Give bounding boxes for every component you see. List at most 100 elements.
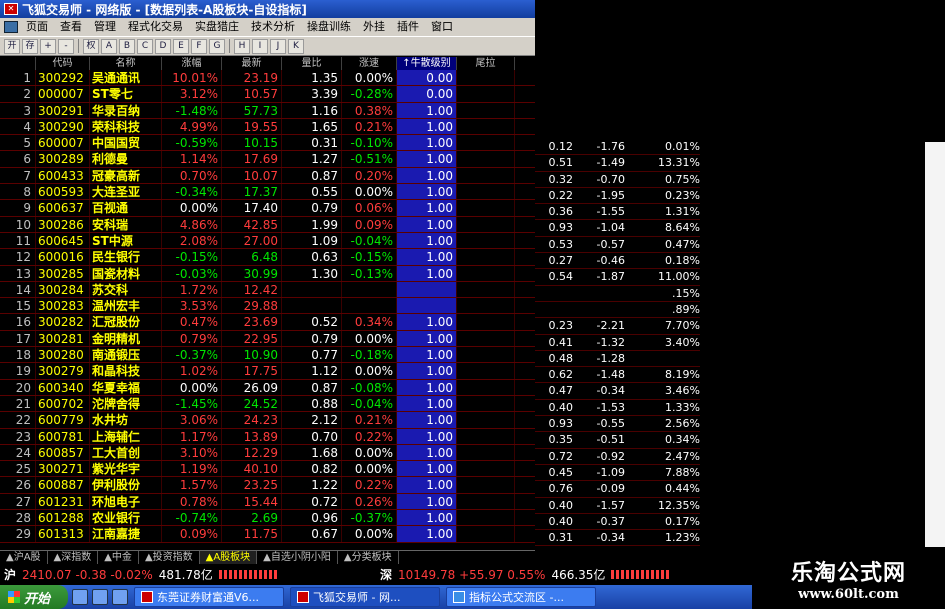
table-row[interactable]: 23 600781 上海辅仁 1.17% 13.89 0.70 0.22% 1.00 xyxy=(0,428,535,445)
zoom-in-icon[interactable]: + xyxy=(40,38,56,54)
table-row[interactable]: 29 601313 江南嘉捷 0.09% 11.75 0.67 0.00% 1.00 xyxy=(0,526,535,543)
secondary-row[interactable]: 0.72 -0.92 2.47% xyxy=(535,449,700,465)
col-header-change[interactable]: 涨幅 xyxy=(162,57,222,70)
table-row[interactable]: 28 601288 农业银行 -0.74% 2.69 0.96 -0.37% 1.00 xyxy=(0,510,535,527)
table-row[interactable]: 25 300271 紫光华宇 1.19% 40.10 0.82 0.00% 1.00 xyxy=(0,461,535,478)
secondary-row[interactable]: 0.32 -0.70 0.75% xyxy=(535,172,700,188)
open-icon[interactable]: 开 xyxy=(4,38,20,54)
table-row[interactable]: 24 600857 工大首创 3.10% 12.29 1.68 0.00% 1.00 xyxy=(0,444,535,462)
secondary-row[interactable]: 0.22 -1.95 0.23% xyxy=(535,188,700,205)
start-button[interactable]: 开始 xyxy=(0,585,68,609)
secondary-row[interactable]: 0.40 -1.57 12.35% xyxy=(535,498,700,514)
table-row[interactable]: 5 600007 中国国贸 -0.59% 10.15 0.31 -0.10% 1.00 xyxy=(0,135,535,152)
secondary-row[interactable]: 0.51 -1.49 13.31% xyxy=(535,155,700,172)
tab-sz-index[interactable]: ▲深指数 xyxy=(48,551,99,564)
secondary-row[interactable]: 0.40 -0.37 0.17% xyxy=(535,514,700,531)
quicklaunch-ie-icon[interactable] xyxy=(72,589,88,605)
tool-i-icon[interactable]: I xyxy=(252,38,268,54)
secondary-row[interactable]: 0.54 -1.87 11.00% xyxy=(535,269,700,286)
table-row[interactable]: 19 300279 和晶科技 1.02% 17.75 1.12 0.00% 1.00 xyxy=(0,363,535,380)
quicklaunch-desktop-icon[interactable] xyxy=(92,589,108,605)
secondary-row[interactable]: 0.36 -1.55 1.31% xyxy=(535,204,700,221)
table-row[interactable]: 10 300286 安科瑞 4.86% 42.85 1.99 0.09% 1.00 xyxy=(0,216,535,233)
secondary-row[interactable]: 0.48 -1.28 xyxy=(535,351,700,368)
tab-category-sector[interactable]: ▲分类板块 xyxy=(338,551,399,564)
tab-investment-index[interactable]: ▲投资指数 xyxy=(139,551,200,564)
tab-custom-small-candles[interactable]: ▲自选小阴小阳 xyxy=(257,551,338,564)
secondary-row[interactable]: 0.40 -1.53 1.33% xyxy=(535,400,700,417)
tab-a-share-sector[interactable]: ▲A股板块 xyxy=(199,551,258,564)
menu-plugins[interactable]: 插件 xyxy=(391,18,425,36)
table-row[interactable]: 12 600016 民生银行 -0.15% 6.48 0.63 -0.15% 1.00 xyxy=(0,249,535,266)
menu-manage[interactable]: 管理 xyxy=(88,18,122,36)
quicklaunch-media-icon[interactable] xyxy=(112,589,128,605)
tool-a-icon[interactable]: A xyxy=(101,38,117,54)
tool-e-icon[interactable]: E xyxy=(173,38,189,54)
menu-window[interactable]: 窗口 xyxy=(425,18,459,36)
tool-f-icon[interactable]: F xyxy=(191,38,207,54)
secondary-row[interactable]: 0.47 -0.34 3.46% xyxy=(535,383,700,400)
menu-app-icon[interactable] xyxy=(4,21,18,33)
secondary-row[interactable]: 0.93 -1.04 8.64% xyxy=(535,220,700,237)
table-row[interactable]: 15 300283 温州宏丰 3.53% 29.88 xyxy=(0,298,535,315)
table-row[interactable]: 20 600340 华夏幸福 0.00% 26.09 0.87 -0.08% 1.00 xyxy=(0,379,535,396)
table-row[interactable]: 13 300285 国瓷材料 -0.03% 30.99 1.30 -0.13% 1.00 xyxy=(0,265,535,282)
tool-b-icon[interactable]: B xyxy=(119,38,135,54)
table-row[interactable]: 22 600779 水井坊 3.06% 24.23 2.12 0.21% 1.00 xyxy=(0,412,535,429)
secondary-row[interactable]: 0.23 -2.21 7.70% xyxy=(535,318,700,335)
secondary-row[interactable]: 0.62 -1.48 8.19% xyxy=(535,367,700,384)
table-row[interactable]: 17 300281 金明精机 0.79% 22.95 0.79 0.00% 1.00 xyxy=(0,330,535,348)
tab-sh-a[interactable]: ▲沪A股 xyxy=(0,551,48,564)
table-row[interactable]: 27 601231 环旭电子 0.78% 15.44 0.72 0.26% 1.00 xyxy=(0,493,535,511)
col-header-name[interactable]: 名称 xyxy=(90,57,162,70)
menu-trading-practice[interactable]: 操盘训练 xyxy=(301,18,357,36)
table-row[interactable]: 7 600433 冠豪高新 0.70% 10.07 0.87 0.20% 1.00 xyxy=(0,167,535,185)
tool-k-icon[interactable]: K xyxy=(288,38,304,54)
save-icon[interactable]: 存 xyxy=(22,38,38,54)
table-row[interactable]: 9 600637 百视通 0.00% 17.40 0.79 0.06% 1.00 xyxy=(0,200,535,217)
tool-g-icon[interactable]: G xyxy=(209,38,225,54)
secondary-row[interactable]: 0.35 -0.51 0.34% xyxy=(535,432,700,449)
secondary-row[interactable]: 0.12 -1.76 0.01% xyxy=(535,139,700,156)
table-row[interactable]: 8 600593 大连圣亚 -0.34% 17.37 0.55 0.00% 1.00 xyxy=(0,184,535,201)
menu-page[interactable]: 页面 xyxy=(20,18,54,36)
secondary-row[interactable]: .15% xyxy=(535,286,700,302)
menu-view[interactable]: 查看 xyxy=(54,18,88,36)
table-row[interactable]: 1 300292 吴通通讯 10.01% 23.19 1.35 0.00% 0.00 xyxy=(0,70,535,87)
table-row[interactable]: 4 300290 荣科科技 4.99% 19.55 1.65 0.21% 1.00 xyxy=(0,118,535,136)
table-row[interactable]: 2 000007 ST零七 3.12% 10.57 3.39 -0.28% 0.00 xyxy=(0,86,535,103)
col-header-tail-pull[interactable]: 尾拉 xyxy=(457,57,515,70)
tool-h-icon[interactable]: H xyxy=(234,38,250,54)
task-feihu-trader[interactable]: 飞狐交易师 - 网... xyxy=(290,587,440,607)
tool-c-icon[interactable]: C xyxy=(137,38,153,54)
menu-addons[interactable]: 外挂 xyxy=(357,18,391,36)
secondary-row[interactable]: 0.76 -0.09 0.44% xyxy=(535,481,700,498)
secondary-row[interactable]: 0.45 -1.09 7.88% xyxy=(535,465,700,482)
menu-live-hunt[interactable]: 实盘猎庄 xyxy=(189,18,245,36)
tool-j-icon[interactable]: J xyxy=(270,38,286,54)
zoom-out-icon[interactable]: - xyxy=(58,38,74,54)
col-header-volume-ratio[interactable]: 量比 xyxy=(282,57,342,70)
secondary-row[interactable]: .89% xyxy=(535,302,700,319)
menu-program-trading[interactable]: 程式化交易 xyxy=(122,18,189,36)
rights-icon[interactable]: 权 xyxy=(83,38,99,54)
secondary-row[interactable]: 0.27 -0.46 0.18% xyxy=(535,253,700,270)
table-row[interactable]: 21 600702 沱牌舍得 -1.45% 24.52 0.88 -0.04% 1.00 xyxy=(0,395,535,413)
col-header-bull-level[interactable]: ↑牛散级别 xyxy=(397,57,457,70)
task-dongguan-securities[interactable]: 东莞证券财富通V6... xyxy=(134,587,284,607)
col-header-code[interactable]: 代码 xyxy=(36,57,90,70)
table-row[interactable]: 16 300282 汇冠股份 0.47% 23.69 0.52 0.34% 1.00 xyxy=(0,314,535,331)
table-row[interactable]: 14 300284 苏交科 1.72% 12.42 xyxy=(0,281,535,299)
menu-technical-analysis[interactable]: 技术分析 xyxy=(245,18,301,36)
secondary-row[interactable]: 0.93 -0.55 2.56% xyxy=(535,416,700,433)
task-formula-forum[interactable]: 指标公式交流区 -... xyxy=(446,587,596,607)
col-header-price[interactable]: 最新 xyxy=(222,57,282,70)
tab-cffex[interactable]: ▲中金 xyxy=(98,551,139,564)
table-row[interactable]: 6 300289 利德曼 1.14% 17.69 1.27 -0.51% 1.00 xyxy=(0,151,535,168)
table-row[interactable]: 18 300280 南通锻压 -0.37% 10.90 0.77 -0.18% 1.00 xyxy=(0,347,535,364)
col-header-speed[interactable]: 涨速 xyxy=(342,57,397,70)
secondary-row[interactable]: 0.31 -0.34 1.23% xyxy=(535,530,700,547)
table-row[interactable]: 11 600645 ST中源 2.08% 27.00 1.09 -0.04% 1.00 xyxy=(0,232,535,250)
secondary-row[interactable]: 0.53 -0.57 0.47% xyxy=(535,237,700,254)
table-row[interactable]: 26 600887 伊利股份 1.57% 23.25 1.22 0.22% 1.00 xyxy=(0,477,535,494)
